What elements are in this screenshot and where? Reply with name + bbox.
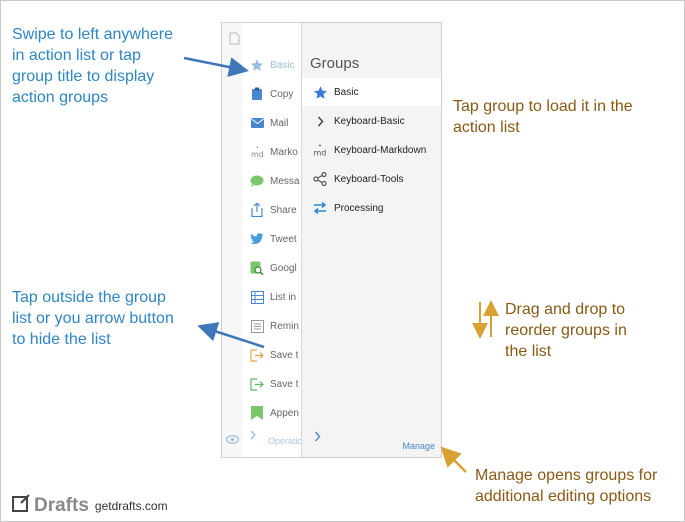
group-item-processing[interactable]: Processing: [302, 194, 441, 222]
reminder-icon: [250, 319, 264, 333]
clipboard-icon: [250, 87, 264, 101]
action-item-message[interactable]: Messa: [250, 171, 299, 191]
hide-groups-chevron-icon[interactable]: [314, 429, 321, 447]
action-item-markdown[interactable]: md Marko: [250, 142, 298, 162]
markdown-icon: md: [312, 142, 328, 158]
share-nodes-icon: [312, 171, 328, 187]
manage-annotation: Manage opens groups for additional editi…: [475, 467, 658, 505]
action-item-save-1[interactable]: Save t: [250, 345, 298, 365]
twitter-icon: [250, 232, 264, 246]
tap-group-annotation: Tap group to load it in the action list: [453, 98, 633, 136]
drafts-brand: Drafts getdrafts.com: [12, 494, 168, 517]
document-icon: [229, 32, 240, 50]
share-icon: [250, 203, 264, 217]
manage-button[interactable]: Manage: [402, 441, 435, 451]
action-item-copy[interactable]: Copy: [250, 84, 293, 104]
action-item-basic[interactable]: Basic: [250, 55, 294, 75]
brand-url[interactable]: getdrafts.com: [95, 499, 168, 513]
action-list[interactable]: Basic Copy Mail md Marko Messa Share Twe…: [242, 23, 302, 457]
action-item-mail[interactable]: Mail: [250, 113, 288, 133]
save-green-icon: [250, 377, 264, 391]
drag-drop-annotation: Drag and drop to reorder groups in the l…: [505, 301, 627, 360]
group-item-keyboard-markdown[interactable]: md Keyboard-Markdown: [302, 136, 441, 164]
editor-gutter: [222, 23, 242, 457]
markdown-icon: md: [250, 145, 264, 159]
eye-icon[interactable]: [225, 431, 240, 449]
svg-text:md: md: [314, 148, 327, 157]
groups-title: Groups: [310, 55, 360, 72]
swap-arrows-icon: [312, 200, 328, 216]
list-icon: [250, 290, 264, 304]
message-icon: [250, 174, 264, 188]
groups-panel: Groups Basic Keyboard-Basic md Keyboard-…: [301, 23, 441, 457]
group-item-basic[interactable]: Basic: [302, 78, 441, 106]
append-icon: [250, 406, 264, 420]
action-item-tweet[interactable]: Tweet: [250, 229, 297, 249]
drafts-logo-icon: [12, 494, 30, 517]
save-icon: [250, 348, 264, 362]
swipe-annotation: Swipe to left anywhere in action list or…: [12, 26, 173, 106]
operations-label: Operatio: [268, 436, 303, 446]
svg-text:md: md: [251, 150, 264, 158]
brand-name: Drafts: [34, 494, 89, 516]
action-item-google[interactable]: Googl: [250, 258, 297, 278]
group-item-keyboard-basic[interactable]: Keyboard-Basic: [302, 107, 441, 135]
action-item-share[interactable]: Share: [250, 200, 297, 220]
chevron-right-icon[interactable]: [250, 427, 256, 445]
chevron-right-icon: [312, 113, 328, 129]
star-icon: [312, 84, 328, 100]
action-item-list[interactable]: List in: [250, 287, 296, 307]
action-item-reminder[interactable]: Remin: [250, 316, 299, 336]
app-screenshot: Basic Copy Mail md Marko Messa Share Twe…: [221, 22, 442, 458]
group-item-keyboard-tools[interactable]: Keyboard-Tools: [302, 165, 441, 193]
action-item-save-2[interactable]: Save t: [250, 374, 298, 394]
action-item-append[interactable]: Appen: [250, 403, 299, 423]
star-icon: [250, 58, 264, 72]
tap-outside-annotation: Tap outside the group list or you arrow …: [12, 289, 174, 348]
mail-icon: [250, 116, 264, 130]
google-search-icon: [250, 261, 264, 275]
